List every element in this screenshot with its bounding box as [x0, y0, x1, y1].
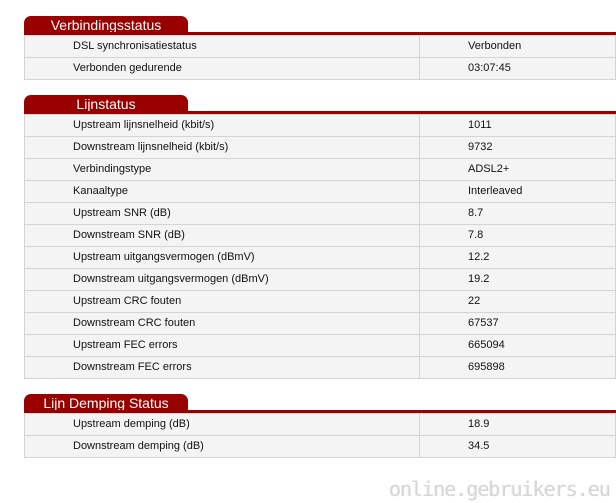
- row-label: Downstream CRC fouten: [24, 312, 420, 335]
- section-lijn-demping-status: Lijn Demping Status Upstream demping (dB…: [24, 394, 616, 458]
- section-header: Verbindingsstatus: [24, 16, 616, 35]
- table-row: Kanaaltype Interleaved: [24, 180, 616, 203]
- section-divider: [24, 32, 616, 35]
- watermark: online.gebruikers.eu: [389, 477, 611, 501]
- row-label: DSL synchronisatiestatus: [24, 35, 420, 58]
- section-verbindingsstatus: Verbindingsstatus DSL synchronisatiestat…: [24, 16, 616, 80]
- row-value: 18.9: [419, 413, 616, 436]
- section-divider: [24, 111, 616, 114]
- row-label: Verbonden gedurende: [24, 57, 420, 80]
- row-label: Upstream CRC fouten: [24, 290, 420, 313]
- page: Verbindingsstatus DSL synchronisatiestat…: [0, 0, 616, 503]
- row-value: 7.8: [419, 224, 616, 247]
- row-label: Downstream demping (dB): [24, 435, 420, 458]
- status-table: Upstream demping (dB) 18.9 Downstream de…: [24, 413, 616, 458]
- row-value: 695898: [419, 356, 616, 379]
- table-row: Downstream demping (dB) 34.5: [24, 435, 616, 458]
- table-row: Upstream CRC fouten 22: [24, 290, 616, 313]
- row-label: Downstream FEC errors: [24, 356, 420, 379]
- row-value: 34.5: [419, 435, 616, 458]
- table-row: Downstream SNR (dB) 7.8: [24, 224, 616, 247]
- row-label: Upstream FEC errors: [24, 334, 420, 357]
- row-value: 12.2: [419, 246, 616, 269]
- row-label: Upstream lijnsnelheid (kbit/s): [24, 114, 420, 137]
- row-value: 9732: [419, 136, 616, 159]
- status-table: DSL synchronisatiestatus Verbonden Verbo…: [24, 35, 616, 80]
- row-value: ADSL2+: [419, 158, 616, 181]
- table-row: Upstream lijnsnelheid (kbit/s) 1011: [24, 114, 616, 137]
- section-header: Lijnstatus: [24, 95, 616, 114]
- row-value: 8.7: [419, 202, 616, 225]
- row-label: Upstream demping (dB): [24, 413, 420, 436]
- row-value: Interleaved: [419, 180, 616, 203]
- row-value: 03:07:45: [419, 57, 616, 80]
- section-divider: [24, 410, 616, 413]
- row-label: Verbindingstype: [24, 158, 420, 181]
- row-value: 1011: [419, 114, 616, 137]
- row-value: 22: [419, 290, 616, 313]
- section-lijnstatus: Lijnstatus Upstream lijnsnelheid (kbit/s…: [24, 95, 616, 379]
- table-row: Downstream uitgangsvermogen (dBmV) 19.2: [24, 268, 616, 291]
- row-label: Downstream uitgangsvermogen (dBmV): [24, 268, 420, 291]
- table-row: Upstream FEC errors 665094: [24, 334, 616, 357]
- section-header: Lijn Demping Status: [24, 394, 616, 413]
- row-label: Downstream SNR (dB): [24, 224, 420, 247]
- row-label: Kanaaltype: [24, 180, 420, 203]
- table-row: Downstream CRC fouten 67537: [24, 312, 616, 335]
- table-row: DSL synchronisatiestatus Verbonden: [24, 35, 616, 58]
- row-label: Upstream SNR (dB): [24, 202, 420, 225]
- row-value: 665094: [419, 334, 616, 357]
- table-row: Verbindingstype ADSL2+: [24, 158, 616, 181]
- table-row: Upstream SNR (dB) 8.7: [24, 202, 616, 225]
- row-label: Upstream uitgangsvermogen (dBmV): [24, 246, 420, 269]
- row-value: 19.2: [419, 268, 616, 291]
- table-row: Upstream demping (dB) 18.9: [24, 413, 616, 436]
- status-table: Upstream lijnsnelheid (kbit/s) 1011 Down…: [24, 114, 616, 379]
- table-row: Verbonden gedurende 03:07:45: [24, 57, 616, 80]
- table-row: Upstream uitgangsvermogen (dBmV) 12.2: [24, 246, 616, 269]
- table-row: Downstream FEC errors 695898: [24, 356, 616, 379]
- row-value: Verbonden: [419, 35, 616, 58]
- row-label: Downstream lijnsnelheid (kbit/s): [24, 136, 420, 159]
- row-value: 67537: [419, 312, 616, 335]
- table-row: Downstream lijnsnelheid (kbit/s) 9732: [24, 136, 616, 159]
